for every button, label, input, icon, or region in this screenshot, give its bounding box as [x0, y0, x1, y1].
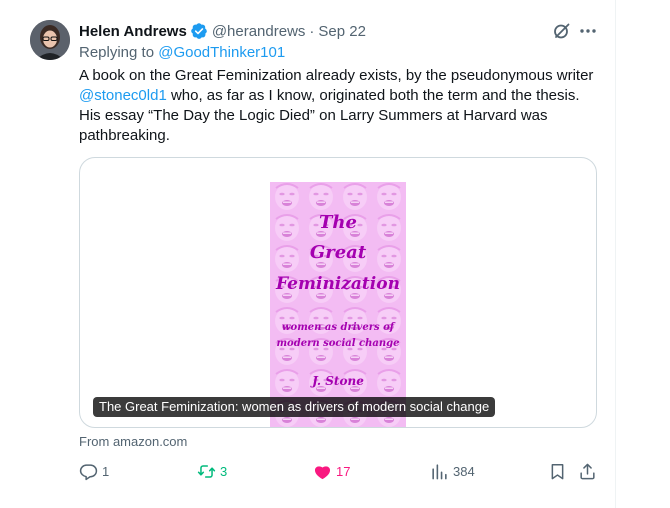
reply-icon: [79, 463, 98, 480]
share-button[interactable]: [578, 460, 597, 482]
separator-dot: ·: [309, 22, 315, 40]
cover-subtitle-line2: modern social change: [276, 338, 400, 349]
view-count: 384: [453, 463, 475, 479]
author-handle[interactable]: @herandrews: [212, 23, 306, 40]
cover-title-line3: Feminization: [276, 274, 400, 294]
replying-to-prefix: Replying to: [79, 44, 159, 61]
retweet-button[interactable]: 3: [197, 460, 227, 482]
bookmark-icon: [551, 463, 564, 479]
cover-title-line1: The: [319, 212, 357, 233]
tweet-date[interactable]: Sep 22: [318, 23, 366, 40]
more-icon[interactable]: [578, 21, 598, 41]
tweet-text-part1: A book on the Great Feminization already…: [79, 67, 594, 84]
replying-to-line: Replying to @GoodThinker101: [79, 44, 285, 61]
share-icon: [580, 463, 595, 479]
reply-count: 1: [102, 463, 110, 479]
link-card[interactable]: The Great Feminization women as drivers …: [79, 157, 597, 428]
cover-text: The Great Feminization women as drivers …: [270, 182, 406, 427]
retweet-icon: [197, 464, 216, 478]
views-button[interactable]: 384: [430, 460, 475, 482]
like-button[interactable]: 17: [313, 460, 350, 482]
tweet-header: Helen Andrews @herandrews · Sep 22: [79, 21, 366, 41]
book-cover-image: The Great Feminization women as drivers …: [270, 182, 406, 427]
card-caption: The Great Feminization: women as drivers…: [93, 397, 496, 417]
avatar[interactable]: [30, 20, 70, 60]
reply-button[interactable]: 1: [79, 460, 109, 482]
views-icon: [432, 463, 447, 479]
retweet-count: 3: [220, 463, 228, 479]
card-source[interactable]: From amazon.com: [79, 434, 187, 449]
like-count: 17: [336, 463, 351, 479]
cover-author: J. Stone: [312, 374, 364, 388]
tweet-mention-link[interactable]: @stonec0ld1: [79, 87, 167, 104]
bookmark-button[interactable]: [548, 460, 567, 482]
cover-title-line2: Great: [309, 242, 367, 263]
author-name[interactable]: Helen Andrews: [79, 23, 187, 40]
heart-icon: [314, 465, 331, 479]
cover-subtitle-line1: women as drivers of: [281, 322, 395, 333]
replying-to-mention[interactable]: @GoodThinker101: [158, 44, 285, 61]
verified-badge-icon[interactable]: [190, 22, 208, 40]
grok-icon[interactable]: [552, 21, 572, 41]
tweet-actions: 1 3 17 384: [79, 460, 603, 482]
tweet-text: A book on the Great Feminization already…: [79, 66, 599, 146]
timeline-divider: [615, 0, 616, 508]
